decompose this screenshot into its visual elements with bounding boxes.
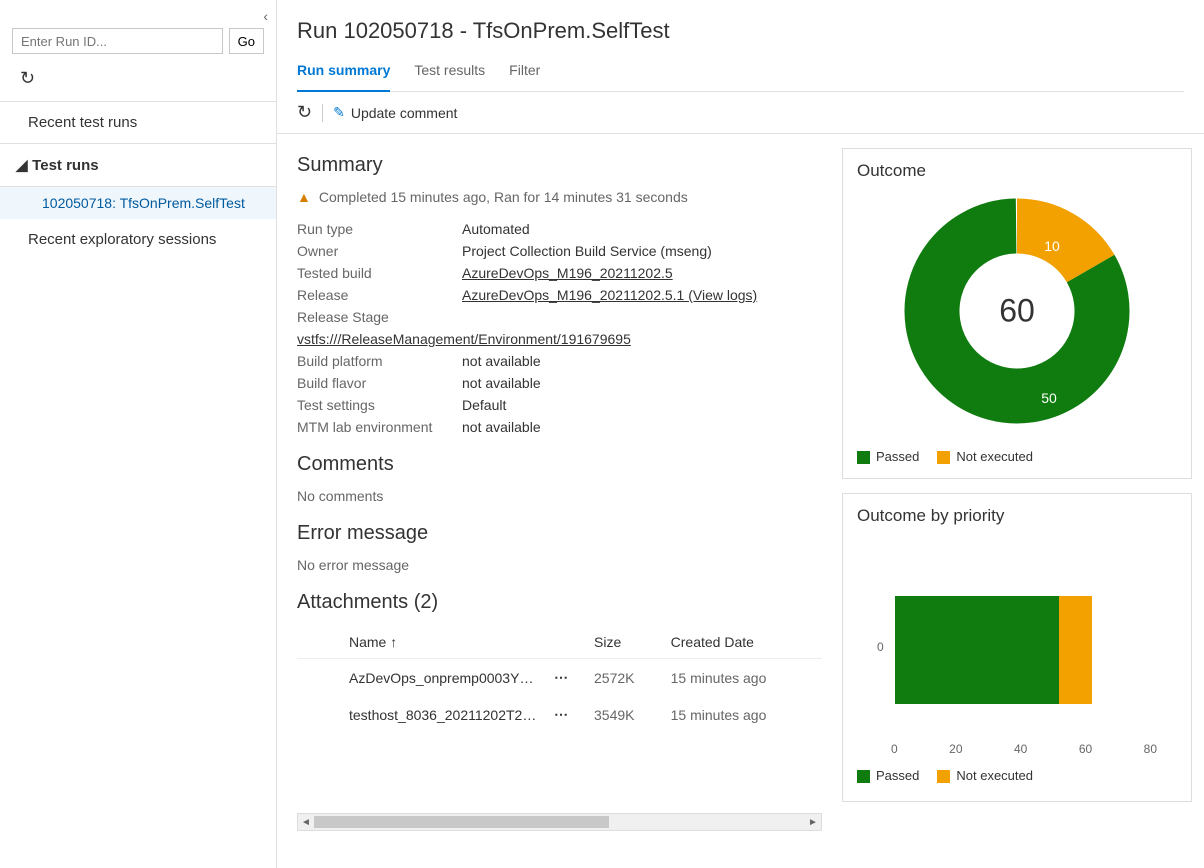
legend-passed: Passed: [857, 449, 919, 464]
error-heading: Error message: [297, 522, 822, 545]
nav-recent-exploratory-sessions[interactable]: Recent exploratory sessions: [0, 219, 276, 260]
nav-test-runs-label: Test runs: [32, 157, 98, 174]
outcome-donut-chart: 10 50 60: [857, 191, 1177, 431]
toolbar: ↻ ✎ Update comment: [277, 92, 1204, 134]
value-run-type: Automated: [462, 221, 822, 237]
link-tested-build[interactable]: AzureDevOps_M196_20211202.5: [462, 265, 673, 281]
donut-green-value: 50: [1041, 390, 1057, 406]
label-build-flavor: Build flavor: [297, 375, 462, 391]
update-comment-button[interactable]: ✎ Update comment: [333, 104, 457, 121]
priority-card: Outcome by priority 0 0 20 40 60: [842, 493, 1192, 802]
summary-heading: Summary: [297, 154, 822, 177]
donut-total: 60: [999, 293, 1035, 330]
label-test-settings: Test settings: [297, 397, 462, 413]
run-status-text: Completed 15 minutes ago, Ran for 14 min…: [319, 189, 688, 205]
priority-bar-chart: 0 0 20 40 60 80 Passed: [857, 536, 1177, 787]
outcome-title: Outcome: [857, 161, 1177, 181]
attachment-name: testhost_8036_20211202T20…: [343, 696, 548, 733]
tab-run-summary[interactable]: Run summary: [297, 62, 390, 92]
go-button[interactable]: Go: [229, 28, 264, 54]
summary-panel: Summary ▲ Completed 15 minutes ago, Ran …: [277, 134, 842, 868]
legend-not-executed: Not executed: [937, 449, 1033, 464]
comments-heading: Comments: [297, 453, 822, 476]
attachment-name: AzDevOps_onpremp0003YO…: [343, 659, 548, 697]
tab-bar: Run summary Test results Filter: [297, 62, 1184, 92]
legend-not-executed: Not executed: [937, 768, 1033, 783]
sidebar: ‹ Go ↻ Recent test runs ◢ Test runs 1020…: [0, 0, 277, 868]
nav-recent-test-runs[interactable]: Recent test runs: [0, 102, 276, 144]
table-row[interactable]: testhost_8036_20211202T20… ⋯ 3549K 15 mi…: [297, 696, 822, 733]
value-build-flavor: not available: [462, 375, 822, 391]
value-owner: Project Collection Build Service (mseng): [462, 243, 822, 259]
bar-not-executed: [1059, 596, 1092, 704]
x-tick: 80: [1144, 742, 1157, 756]
y-tick-0: 0: [877, 640, 884, 654]
value-build-platform: not available: [462, 353, 822, 369]
priority-title: Outcome by priority: [857, 506, 1177, 526]
attachments-table: Name ↑ Size Created Date AzDevOps_onprem…: [297, 626, 822, 733]
nav-test-runs[interactable]: ◢ Test runs: [0, 144, 276, 187]
sidebar-run-item[interactable]: 102050718: TfsOnPrem.SelfTest: [0, 187, 276, 219]
bar-passed: [895, 596, 1059, 704]
page-title: Run 102050718 - TfsOnPrem.SelfTest: [297, 18, 1184, 44]
scroll-left-icon[interactable]: ◄: [298, 817, 314, 828]
x-tick: 60: [1079, 742, 1092, 756]
legend-passed: Passed: [857, 768, 919, 783]
tab-filter[interactable]: Filter: [509, 62, 540, 91]
more-icon[interactable]: ⋯: [554, 669, 569, 685]
summary-grid: Run type Automated Owner Project Collect…: [297, 221, 822, 435]
link-release[interactable]: AzureDevOps_M196_20211202.5.1 (View logs…: [462, 287, 757, 303]
col-name[interactable]: Name ↑: [343, 626, 548, 659]
main: Run 102050718 - TfsOnPrem.SelfTest Run s…: [277, 0, 1204, 868]
table-row[interactable]: AzDevOps_onpremp0003YO… ⋯ 2572K 15 minut…: [297, 659, 822, 697]
update-comment-label: Update comment: [351, 105, 458, 121]
attachments-heading: Attachments (2): [297, 591, 822, 614]
comments-body: No comments: [297, 488, 822, 504]
outcome-card: Outcome 10 50 60 Passed Not executed: [842, 148, 1192, 479]
x-tick: 20: [949, 742, 962, 756]
donut-orange-value: 10: [1044, 238, 1060, 254]
error-body: No error message: [297, 557, 822, 573]
x-tick: 40: [1014, 742, 1027, 756]
label-build-platform: Build platform: [297, 353, 462, 369]
horizontal-scrollbar[interactable]: ◄ ►: [297, 813, 822, 831]
label-release: Release: [297, 287, 462, 303]
run-id-input[interactable]: [12, 28, 223, 54]
pencil-icon: ✎: [333, 104, 345, 121]
scroll-right-icon[interactable]: ►: [805, 817, 821, 828]
x-tick: 0: [891, 742, 898, 756]
label-run-type: Run type: [297, 221, 462, 237]
label-release-stage: Release Stage: [297, 309, 822, 325]
toolbar-separator: [322, 104, 323, 122]
value-mtm-env: not available: [462, 419, 822, 435]
attachment-created: 15 minutes ago: [665, 659, 822, 697]
refresh-icon[interactable]: ↻: [20, 68, 35, 89]
label-mtm-env: MTM lab environment: [297, 419, 462, 435]
caret-icon: ◢: [16, 156, 28, 174]
tab-test-results[interactable]: Test results: [414, 62, 485, 91]
value-test-settings: Default: [462, 397, 822, 413]
label-owner: Owner: [297, 243, 462, 259]
link-release-stage[interactable]: vstfs:///ReleaseManagement/Environment/1…: [297, 331, 631, 347]
col-created[interactable]: Created Date: [665, 626, 822, 659]
attachment-size: 2572K: [588, 659, 665, 697]
collapse-sidebar-icon[interactable]: ‹: [0, 8, 276, 28]
toolbar-refresh-icon[interactable]: ↻: [297, 102, 312, 123]
warning-icon: ▲: [297, 189, 311, 205]
charts-panel: Outcome 10 50 60 Passed Not executed: [842, 134, 1204, 868]
col-size[interactable]: Size: [588, 626, 665, 659]
more-icon[interactable]: ⋯: [554, 706, 569, 722]
label-tested-build: Tested build: [297, 265, 462, 281]
attachment-created: 15 minutes ago: [665, 696, 822, 733]
attachment-size: 3549K: [588, 696, 665, 733]
